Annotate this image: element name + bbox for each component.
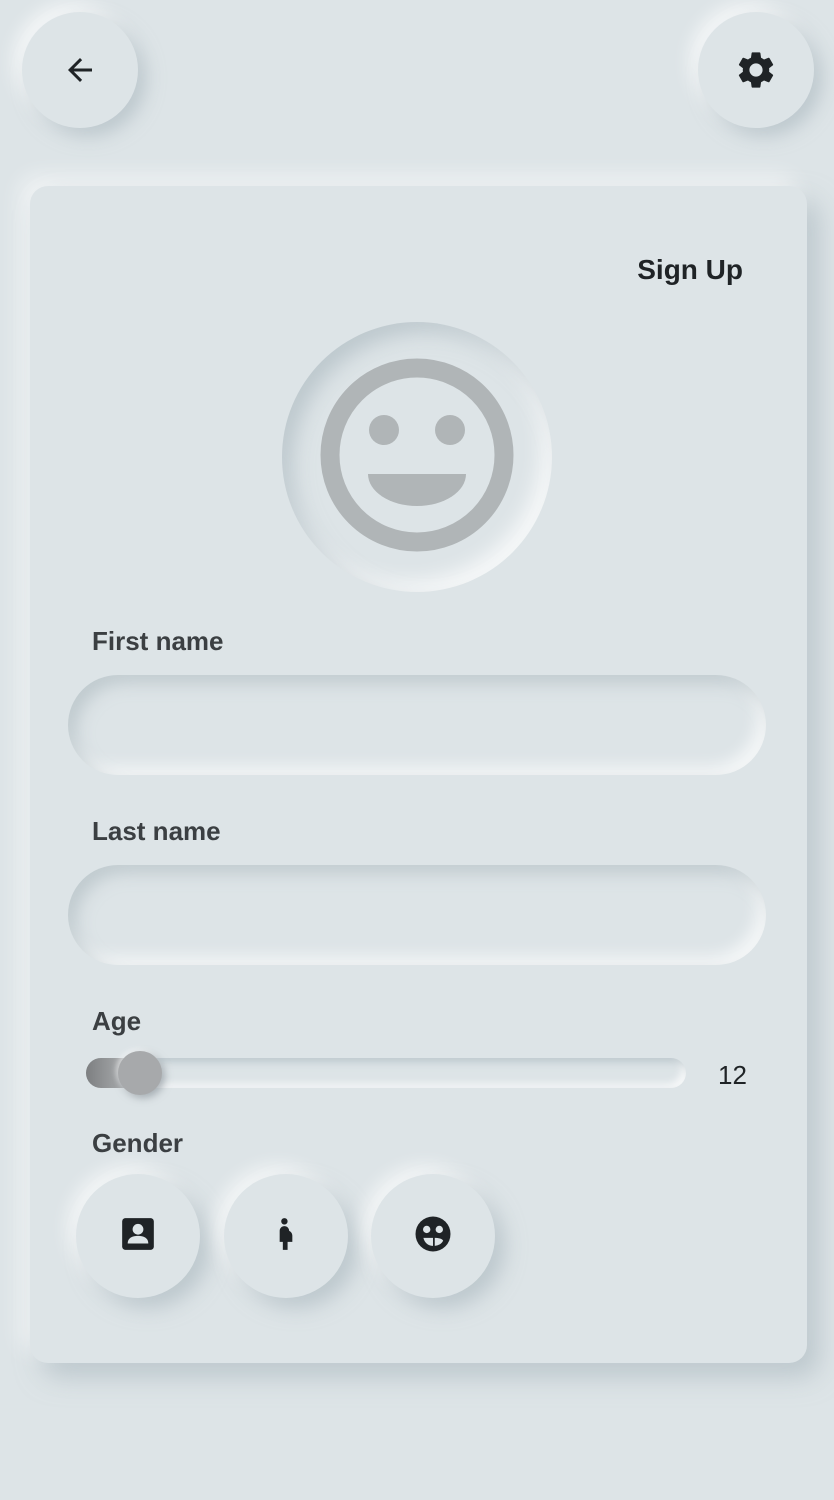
gender-option-2[interactable] (224, 1174, 348, 1298)
age-value: 12 (718, 1060, 747, 1090)
back-button[interactable] (22, 12, 138, 128)
page-title: Sign Up (637, 254, 743, 285)
gender-option-3[interactable] (371, 1174, 495, 1298)
settings-button[interactable] (698, 12, 814, 128)
smiley-face-icon (319, 357, 515, 557)
last-name-input[interactable] (68, 865, 766, 965)
gender-option-1[interactable] (76, 1174, 200, 1298)
gear-icon (734, 48, 778, 92)
contact-card-icon (119, 1215, 157, 1257)
age-slider[interactable] (86, 1051, 686, 1095)
first-name-input[interactable] (68, 675, 766, 775)
signup-card: Sign Up First name Last name Age 12 Gend… (30, 186, 807, 1363)
age-label: Age (92, 1006, 142, 1036)
arrow-left-icon (62, 52, 98, 88)
last-name-label: Last name (92, 816, 221, 846)
age-slider-thumb[interactable] (118, 1051, 162, 1095)
face-palette-icon (412, 1213, 454, 1259)
avatar[interactable] (282, 322, 552, 592)
gender-label: Gender (92, 1128, 184, 1158)
first-name-label: First name (92, 626, 224, 656)
signup-screen: Sign Up First name Last name Age 12 Gend… (0, 0, 834, 1500)
pregnant-person-icon (267, 1215, 305, 1257)
